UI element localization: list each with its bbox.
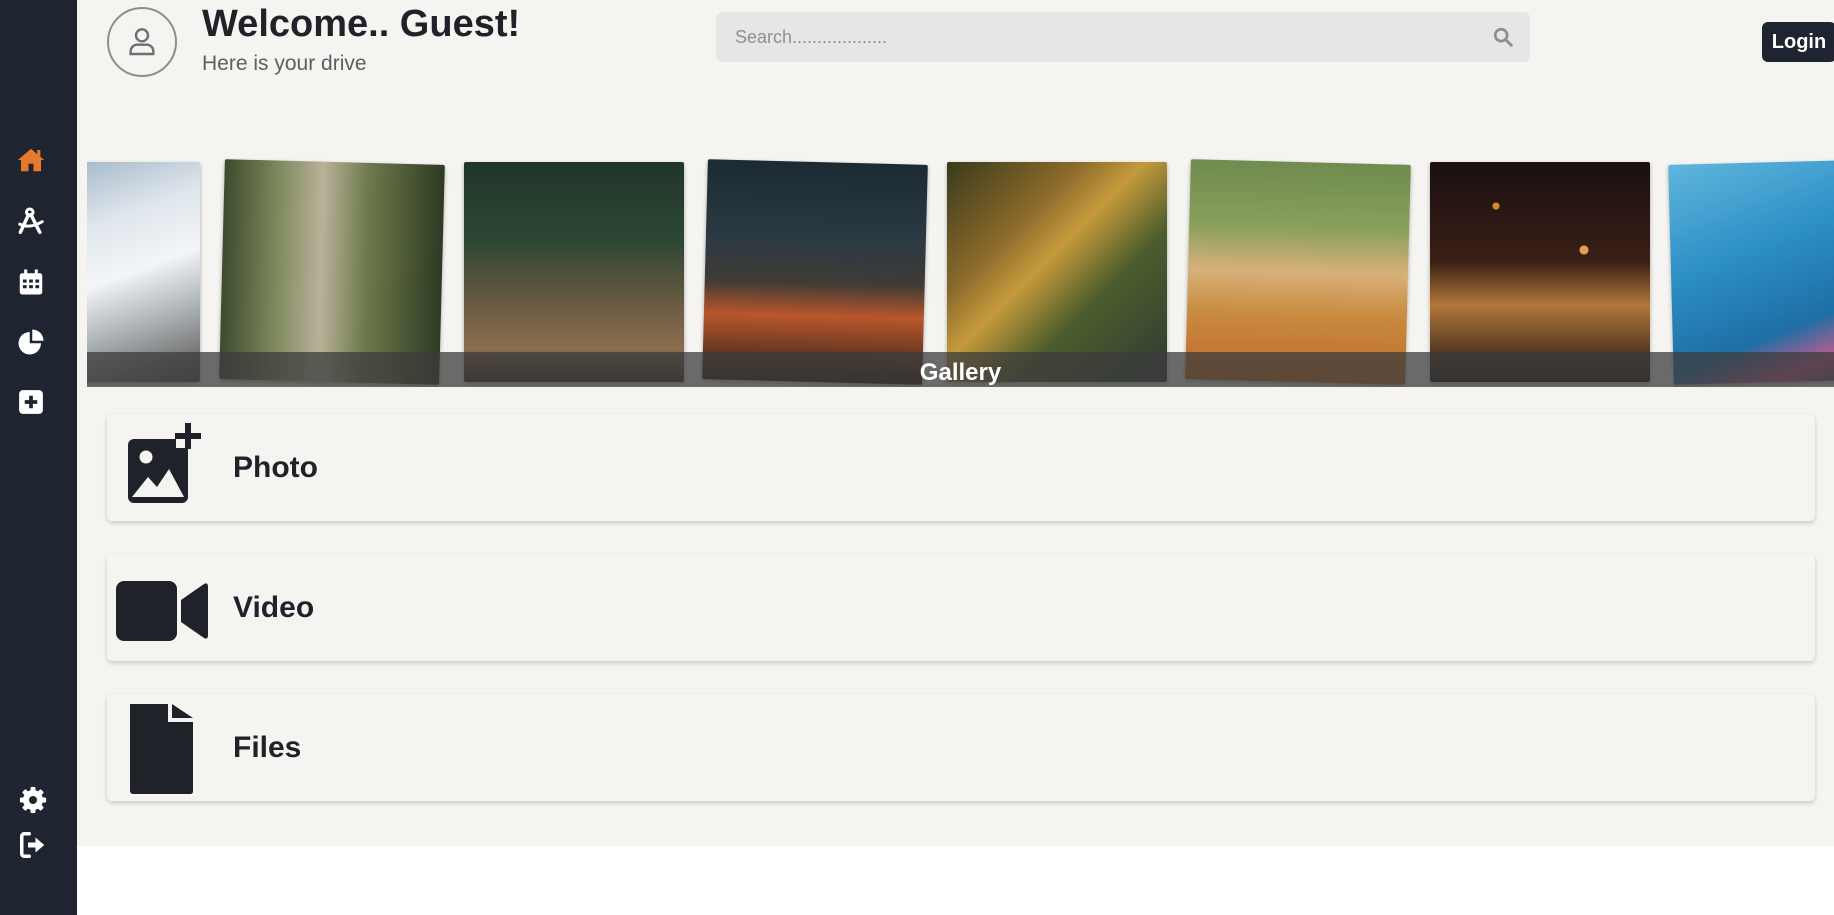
search-input[interactable]	[735, 17, 1475, 57]
add-image-icon	[128, 423, 202, 503]
gallery-image-forest-person[interactable]	[219, 159, 445, 385]
gallery-image-night-road[interactable]	[702, 159, 928, 385]
video-card-label: Video	[233, 590, 315, 624]
gallery-carousel[interactable]: Gallery	[87, 155, 1834, 387]
plus-square-icon	[19, 390, 43, 414]
calendar-icon	[19, 269, 43, 295]
files-card[interactable]: Files	[107, 694, 1815, 801]
sidebar-item-settings[interactable]	[16, 783, 50, 817]
sidebar-item-home[interactable]	[14, 143, 48, 177]
compass-drafting-icon	[18, 207, 44, 234]
gallery-image-lanterns[interactable]	[1430, 162, 1650, 382]
photo-card-label: Photo	[233, 450, 318, 484]
user-icon	[129, 28, 155, 56]
gallery-image-jellyfish[interactable]	[1668, 159, 1834, 385]
sidebar-item-stats[interactable]	[14, 325, 48, 359]
avatar[interactable]	[107, 7, 177, 77]
files-card-label: Files	[233, 730, 302, 764]
gallery-image-puppies[interactable]	[1185, 159, 1411, 385]
file-icon	[130, 704, 193, 795]
footer-whitespace	[77, 846, 1834, 915]
sidebar-item-calendar[interactable]	[14, 265, 48, 299]
page-title: Welcome.. Guest!	[202, 3, 521, 45]
video-card[interactable]: Video	[107, 554, 1815, 661]
video-camera-icon	[116, 581, 208, 641]
gallery-image-woman-forest[interactable]	[947, 162, 1167, 382]
login-button[interactable]: Login	[1762, 22, 1834, 62]
page-subtitle: Here is your drive	[202, 52, 367, 75]
search-bar	[716, 12, 1530, 62]
sidebar-item-logout[interactable]	[16, 828, 50, 862]
pie-chart-icon	[18, 329, 44, 355]
logout-icon	[20, 832, 45, 858]
sidebar	[0, 0, 77, 915]
sidebar-item-add[interactable]	[14, 385, 48, 419]
gallery-image-mountain[interactable]	[87, 162, 200, 382]
gear-icon	[19, 786, 47, 814]
main-content: Welcome.. Guest! Here is your drive Logi…	[77, 0, 1834, 846]
photo-card[interactable]: Photo	[107, 414, 1815, 521]
search-icon[interactable]	[1492, 26, 1514, 48]
home-icon	[17, 148, 45, 172]
gallery-image-bridge[interactable]	[464, 162, 684, 382]
sidebar-item-tools[interactable]	[14, 204, 48, 238]
gallery-label: Gallery	[919, 359, 1002, 386]
